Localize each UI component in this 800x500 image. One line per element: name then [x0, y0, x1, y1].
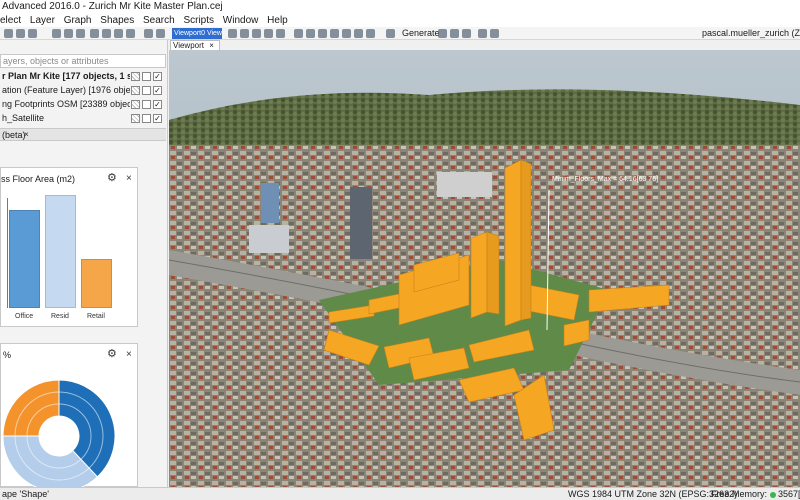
- snap-icon[interactable]: [240, 29, 249, 38]
- menu-select[interactable]: elect: [0, 14, 21, 27]
- gfa-bar-plot: Office Resid Retail: [1, 168, 139, 328]
- lock-checkbox[interactable]: [131, 114, 140, 123]
- update-seed-icon[interactable]: [438, 29, 447, 38]
- bar-retail[interactable]: [81, 259, 112, 308]
- memory-label: Free Memory:: [711, 489, 768, 499]
- menu-graph[interactable]: Graph: [64, 14, 92, 27]
- lock-checkbox[interactable]: [131, 86, 140, 95]
- status-bar: ape 'Shape' WGS 1984 UTM Zone 32N (EPSG:…: [0, 487, 800, 500]
- new-icon[interactable]: [4, 29, 13, 38]
- city-scene: Minim_Floors_Max = 64.16[63 76]: [169, 50, 800, 487]
- lock-checkbox[interactable]: [131, 100, 140, 109]
- menu-shapes[interactable]: Shapes: [100, 14, 134, 27]
- camera-icon[interactable]: [144, 29, 153, 38]
- share-icon[interactable]: [490, 29, 499, 38]
- menu-window[interactable]: Window: [223, 14, 259, 27]
- lasso-icon[interactable]: [102, 29, 111, 38]
- visible-checkbox[interactable]: ✓: [153, 86, 162, 95]
- select-icon[interactable]: [90, 29, 99, 38]
- scene-editor-panel: ayers, objects or attributes r Plan Mr K…: [0, 40, 168, 488]
- bar-label: Office: [15, 313, 34, 320]
- percent-chart-card: % ⚙ ×: [0, 343, 138, 488]
- close-icon[interactable]: ×: [24, 129, 29, 141]
- edit-icon[interactable]: [114, 29, 123, 38]
- layer-label: ation (Feature Layer) [1976 objects]: [2, 85, 130, 95]
- layer-label: r Plan Mr Kite [177 objects, 1 selected]: [2, 71, 130, 81]
- transform-icon[interactable]: [126, 29, 135, 38]
- cleanup-shapes-icon[interactable]: [450, 29, 459, 38]
- close-icon[interactable]: ×: [209, 41, 214, 50]
- visible-checkbox[interactable]: ✓: [153, 114, 162, 123]
- menu-scripts[interactable]: Scripts: [183, 14, 214, 27]
- align-icon[interactable]: [252, 29, 261, 38]
- rotate-icon[interactable]: [64, 29, 73, 38]
- shadow-icon[interactable]: [342, 29, 351, 38]
- user-account[interactable]: pascal.mueller_zurich (Zurich Ra: [702, 27, 800, 40]
- arcgis-icon[interactable]: [478, 29, 487, 38]
- render-icon[interactable]: [366, 29, 375, 38]
- y-axis-line: [7, 198, 8, 308]
- menu-search[interactable]: Search: [143, 14, 175, 27]
- grid-icon[interactable]: [228, 29, 237, 38]
- menu-layer[interactable]: Layer: [30, 14, 55, 27]
- generate-icon[interactable]: [386, 29, 395, 38]
- attribute-annotation: Minim_Floors_Max = 64.16[63 76]: [552, 176, 658, 183]
- save-icon[interactable]: [28, 29, 37, 38]
- layer-row-feature[interactable]: ation (Feature Layer) [1976 objects] ✓: [0, 84, 166, 97]
- layer-row-master-plan[interactable]: r Plan Mr Kite [177 objects, 1 selected]…: [0, 70, 166, 83]
- select-checkbox[interactable]: [142, 72, 151, 81]
- scale-icon[interactable]: [76, 29, 85, 38]
- select-checkbox[interactable]: [142, 86, 151, 95]
- layer-row-satellite[interactable]: h_Satellite ✓: [0, 112, 166, 125]
- bar-label: Resid: [51, 313, 69, 320]
- dashboard-tab-label: (beta): [2, 130, 26, 140]
- 3d-viewport[interactable]: Minim_Floors_Max = 64.16[63 76]: [169, 50, 800, 487]
- camera-bookmark-field[interactable]: Viewport0 Viewport: [172, 28, 222, 39]
- move-icon[interactable]: [52, 29, 61, 38]
- menu-bar: elect Layer Graph Shapes Search Scripts …: [0, 14, 800, 27]
- generate-button[interactable]: Generate: [402, 27, 440, 40]
- layer-label: ng Footprints OSM [23389 objects]: [2, 99, 130, 109]
- dashboard-tab[interactable]: (beta) ×: [0, 128, 166, 141]
- export-icon[interactable]: [462, 29, 471, 38]
- select-checkbox[interactable]: [142, 114, 151, 123]
- layer-label: h_Satellite: [2, 113, 45, 123]
- bar-label: Retail: [87, 313, 105, 320]
- bar-office[interactable]: [9, 210, 40, 308]
- building-white: [249, 225, 289, 253]
- visible-checkbox[interactable]: ✓: [153, 72, 162, 81]
- memory-value: 3567[MB]: [778, 489, 800, 499]
- scene-search-input[interactable]: ayers, objects or attributes: [0, 54, 166, 68]
- visible-checkbox[interactable]: ✓: [153, 100, 162, 109]
- bar-resid[interactable]: [45, 195, 76, 308]
- view-shaded-icon[interactable]: [306, 29, 315, 38]
- open-icon[interactable]: [16, 29, 25, 38]
- view-textured-icon[interactable]: [318, 29, 327, 38]
- select-checkbox[interactable]: [142, 100, 151, 109]
- tower-blue: [261, 183, 279, 223]
- memory-status-icon: [770, 492, 777, 498]
- measure-icon[interactable]: [264, 29, 273, 38]
- menu-help[interactable]: Help: [267, 14, 288, 27]
- layer-row-footprints[interactable]: ng Footprints OSM [23389 objects] ✓: [0, 98, 166, 111]
- status-message: ape 'Shape': [2, 489, 49, 499]
- donut-slice[interactable]: [2, 379, 60, 437]
- environment-icon[interactable]: [354, 29, 363, 38]
- lock-checkbox[interactable]: [131, 72, 140, 81]
- tower-dark: [350, 187, 372, 259]
- gfa-chart-card: ss Floor Area (m2) ⚙ × Office Resid Retail: [0, 167, 138, 327]
- viewport-tab-label: Viewport: [173, 41, 204, 50]
- viewport-tab[interactable]: Viewport ×: [170, 40, 220, 50]
- view-wireframe-icon[interactable]: [294, 29, 303, 38]
- window-title: Advanced 2016.0 - Zurich Mr Kite Master …: [0, 0, 800, 14]
- lighting-icon[interactable]: [330, 29, 339, 38]
- percent-donut-chart: [2, 379, 116, 488]
- building-hall: [437, 172, 492, 197]
- bookmark-icon[interactable]: [156, 29, 165, 38]
- main-toolbar: Viewport0 Viewport Generate pascal.muell…: [0, 27, 800, 40]
- cleanup-icon[interactable]: [276, 29, 285, 38]
- memory-indicator: Free Memory: 3567[MB]: [711, 488, 800, 500]
